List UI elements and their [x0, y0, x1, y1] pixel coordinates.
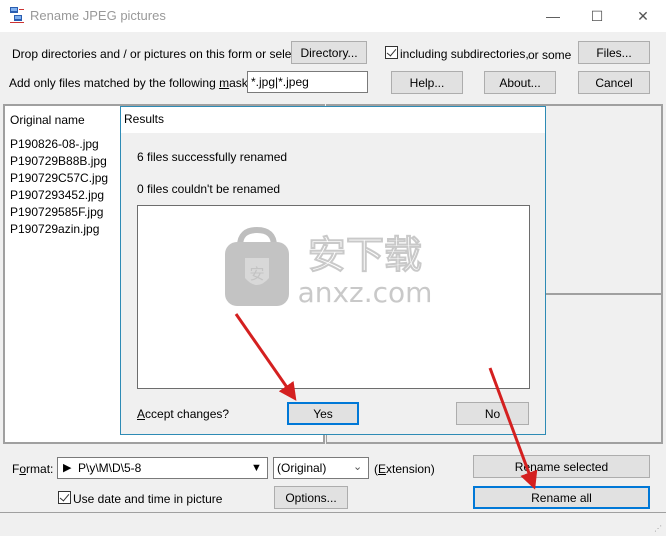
chevron-down-icon[interactable]: ⌄	[353, 460, 362, 473]
app-icon	[10, 7, 24, 23]
drop-instructions: Drop directories and / or pictures on th…	[12, 47, 311, 61]
yes-button[interactable]: Yes	[287, 402, 359, 425]
format-combobox[interactable]: ▶ P\y\M\D\5-8 ▼	[57, 457, 268, 479]
help-button[interactable]: Help...	[391, 71, 463, 94]
directory-button[interactable]: Directory...	[291, 41, 367, 64]
list-item[interactable]: P190826-08-.jpg	[10, 137, 99, 151]
use-date-checkbox[interactable]	[58, 491, 71, 504]
extension-combobox[interactable]: (Original) ⌄	[273, 457, 369, 479]
mask-input[interactable]: *.jpg|*.jpeg	[247, 71, 368, 93]
cancel-button[interactable]: Cancel	[578, 71, 650, 94]
or-some-label: or some	[528, 48, 572, 62]
format-value: P\y\M\D\5-8	[78, 461, 142, 475]
title-bar: Rename JPEG pictures — ☐ ✕	[0, 0, 666, 32]
subdirectories-label: including subdirectories,	[400, 47, 529, 61]
window-title: Rename JPEG pictures	[30, 8, 166, 23]
list-item[interactable]: P190729585F.jpg	[10, 205, 103, 219]
mask-label: Add only files matched by the following …	[9, 76, 268, 90]
rename-selected-button[interactable]: Rename selected	[473, 455, 650, 478]
watermark-url-text: anxz.com	[298, 276, 433, 308]
dropdown-arrow-icon[interactable]: ▼	[251, 462, 262, 474]
rename-all-button[interactable]: Rename all	[473, 486, 650, 509]
extension-label: (Extension)	[374, 462, 435, 476]
files-button[interactable]: Files...	[578, 41, 650, 64]
minimize-button[interactable]: —	[530, 0, 576, 32]
column-header-original-name[interactable]: Original name	[10, 113, 85, 127]
play-icon: ▶	[63, 462, 72, 474]
watermark-cn-text: 安下载	[308, 233, 422, 277]
success-count-text: 6 files successfully renamed	[137, 150, 288, 164]
list-item[interactable]: P190729azin.jpg	[10, 222, 99, 236]
extension-value: (Original)	[277, 461, 327, 475]
list-item[interactable]: P190729C57C.jpg	[10, 171, 108, 185]
failed-count-text: 0 files couldn't be renamed	[137, 182, 281, 196]
format-label: Format:	[12, 462, 54, 476]
panel-divider	[545, 293, 663, 295]
resize-grip-icon[interactable]: ⋰	[654, 524, 662, 533]
status-bar-divider	[0, 512, 666, 513]
watermark-logo: 安 安下载 anxz.com	[225, 226, 433, 308]
about-button[interactable]: About...	[484, 71, 556, 94]
badge-char: 安	[249, 265, 264, 283]
minimize-icon: —	[546, 8, 560, 24]
accept-changes-label: Accept changes?	[137, 407, 230, 421]
use-date-label: Use date and time in picture	[73, 492, 223, 506]
list-item[interactable]: P190729B88B.jpg	[10, 154, 107, 168]
results-title-bar: Results	[121, 107, 545, 133]
list-item[interactable]: P1907293452.jpg	[10, 188, 104, 202]
close-icon: ✕	[637, 7, 649, 24]
maximize-icon: ☐	[590, 7, 604, 24]
maximize-button[interactable]: ☐	[574, 0, 620, 32]
options-button[interactable]: Options...	[274, 486, 348, 509]
results-title: Results	[124, 112, 165, 126]
close-button[interactable]: ✕	[620, 0, 666, 32]
subdirectories-checkbox[interactable]	[385, 46, 398, 59]
no-button[interactable]: No	[456, 402, 529, 425]
